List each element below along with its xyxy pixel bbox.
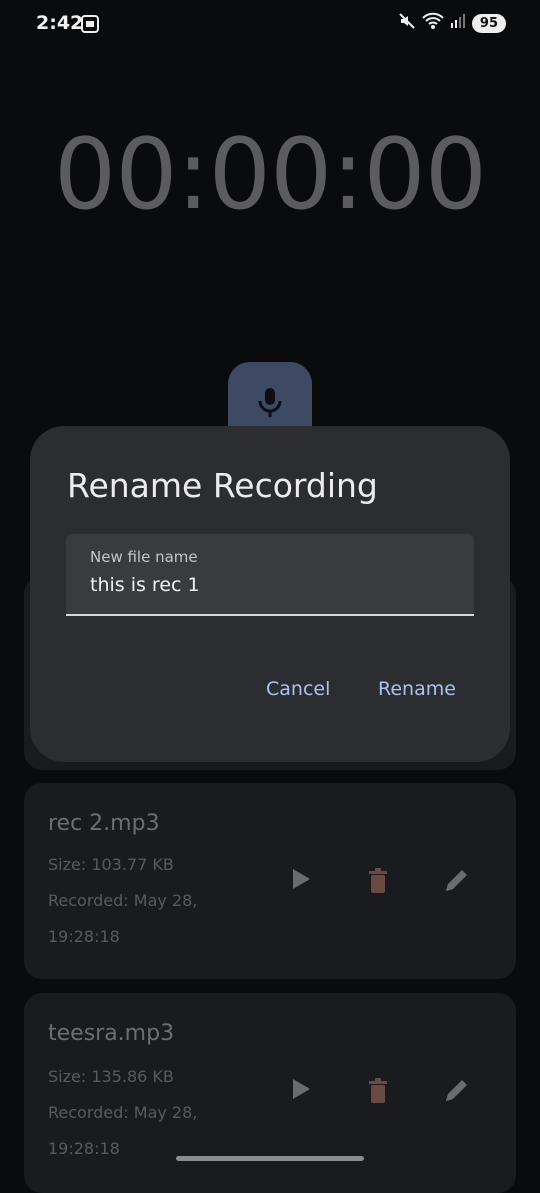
screenshot-icon bbox=[80, 14, 100, 38]
recording-timer: 00:00:00 bbox=[53, 118, 487, 232]
delete-icon[interactable] bbox=[366, 1077, 390, 1109]
file-name-input[interactable] bbox=[90, 574, 450, 596]
home-indicator[interactable] bbox=[176, 1156, 364, 1161]
recording-name: teesra.mp3 bbox=[48, 1021, 175, 1046]
signal-icon bbox=[450, 13, 466, 33]
recording-time: 19:28:18 bbox=[48, 1139, 120, 1158]
edit-icon[interactable] bbox=[442, 1077, 470, 1109]
cancel-button[interactable]: Cancel bbox=[266, 678, 330, 700]
file-name-field[interactable]: New file name bbox=[66, 534, 474, 616]
edit-icon[interactable] bbox=[442, 867, 470, 899]
battery-badge: 95 bbox=[471, 13, 506, 33]
status-bar: 2:42 95 bbox=[0, 0, 540, 52]
recording-size: Size: 135.86 KB bbox=[48, 1067, 174, 1086]
recording-size: Size: 103.77 KB bbox=[48, 855, 174, 874]
delete-icon[interactable] bbox=[366, 867, 390, 899]
file-name-label: New file name bbox=[90, 548, 198, 566]
recording-time: 19:28:18 bbox=[48, 927, 120, 946]
recording-card: teesra.mp3 Size: 135.86 KB Recorded: May… bbox=[24, 993, 516, 1193]
status-time: 2:42 bbox=[36, 12, 84, 34]
dialog-title: Rename Recording bbox=[67, 466, 378, 505]
wifi-icon bbox=[422, 12, 444, 34]
play-icon[interactable] bbox=[290, 1077, 312, 1105]
rename-button[interactable]: Rename bbox=[378, 678, 456, 700]
play-icon[interactable] bbox=[290, 867, 312, 895]
recording-date: Recorded: May 28, bbox=[48, 1103, 198, 1122]
recording-name: rec 2.mp3 bbox=[48, 811, 160, 836]
rename-dialog: Rename Recording New file name Cancel Re… bbox=[30, 426, 510, 762]
recording-date: Recorded: May 28, bbox=[48, 891, 198, 910]
recording-card: rec 2.mp3 Size: 103.77 KB Recorded: May … bbox=[24, 783, 516, 979]
mute-icon bbox=[398, 12, 416, 34]
